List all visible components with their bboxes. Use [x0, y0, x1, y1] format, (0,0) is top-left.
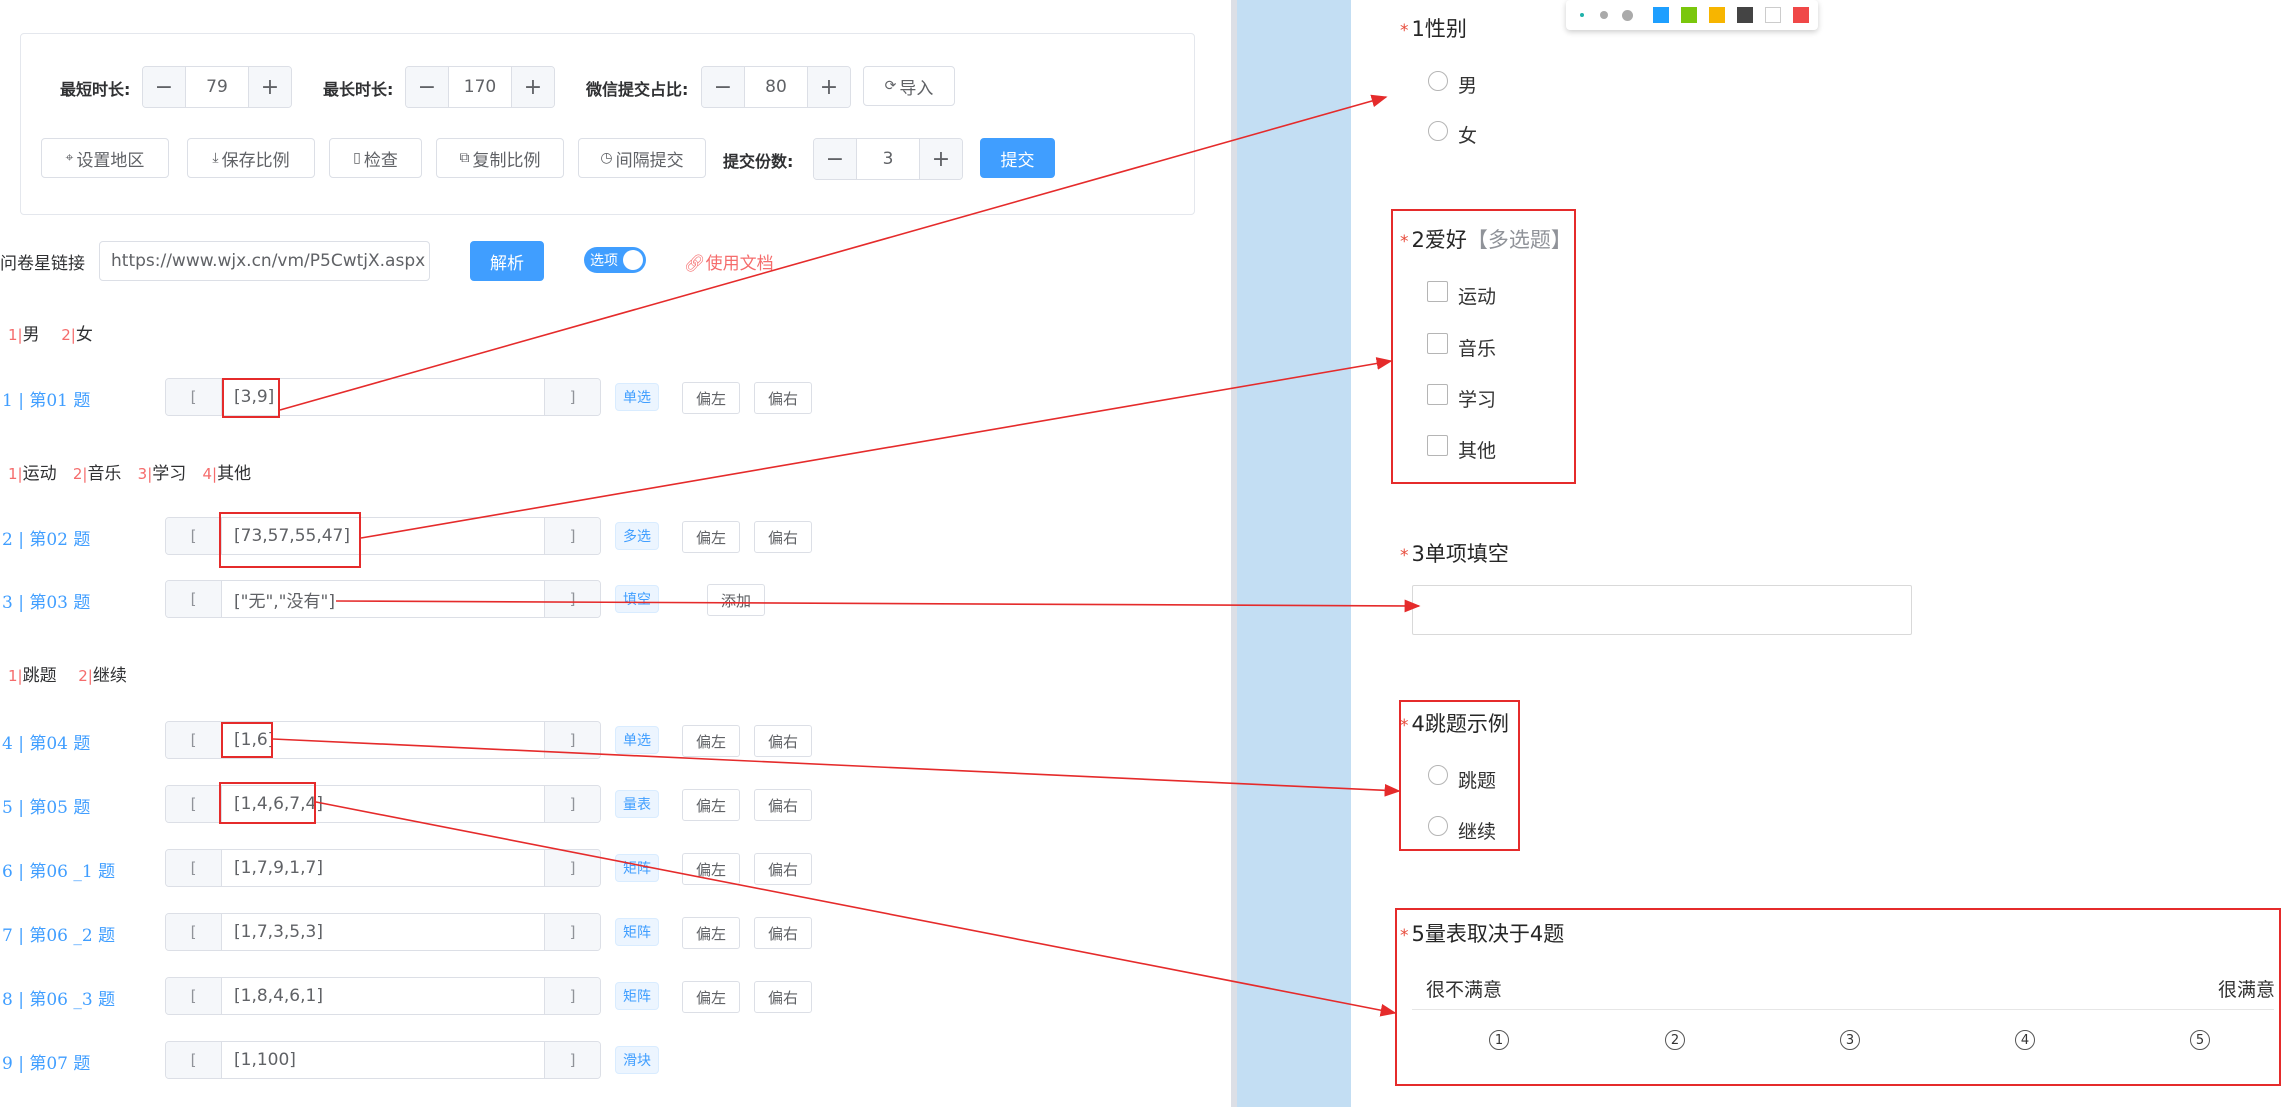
arrow-q3 [335, 599, 1421, 613]
annotation-arrows [272, 94, 1421, 1017]
arrow-q5 [315, 801, 1397, 1017]
arrow-q2 [360, 357, 1393, 539]
arrow-q4 [272, 738, 1401, 797]
arrow-q1 [279, 94, 1388, 411]
